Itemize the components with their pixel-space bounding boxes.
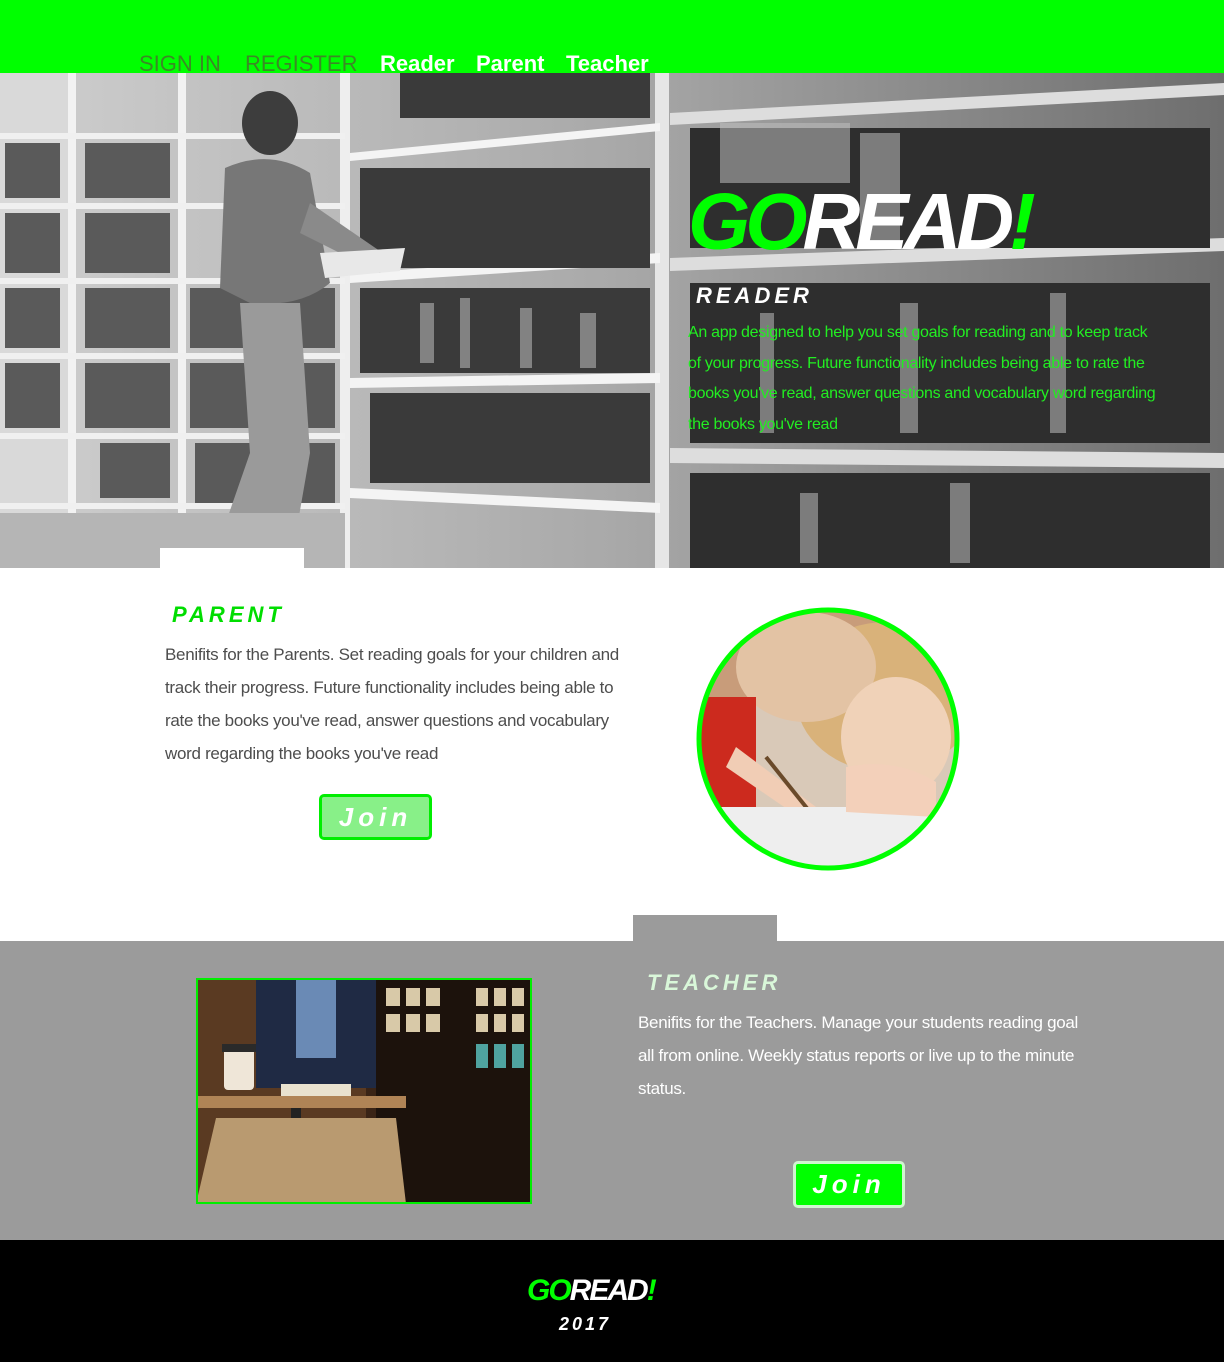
teacher-section-tab [633, 915, 777, 942]
teacher-description: Benifits for the Teachers. Manage your s… [638, 1013, 1079, 1098]
footer-logo: GOREAD! [527, 1273, 657, 1309]
logo-read: READ [802, 177, 1014, 266]
nav-register[interactable]: REGISTER [245, 50, 357, 78]
logo-bang: ! [1009, 177, 1036, 266]
reader-description: An app designed to help you set goals fo… [688, 324, 1156, 433]
teacher-join-button[interactable]: Join [793, 1161, 905, 1208]
parent-description: Benifits for the Parents. Set reading go… [165, 645, 619, 763]
nav-teacher[interactable]: Teacher [566, 50, 649, 78]
nav-sign-in[interactable]: SIGN IN [139, 50, 221, 78]
nav-parent[interactable]: Parent [476, 50, 544, 78]
parent-child-photo [696, 607, 960, 871]
teacher-photo [196, 978, 532, 1204]
parent-join-button[interactable]: Join [319, 794, 432, 840]
logo-go: GO [688, 177, 807, 266]
teacher-heading: TEACHER [647, 970, 782, 995]
parent-heading: PARENT [172, 602, 285, 627]
hero-section-tab [160, 548, 304, 568]
footer-logo-go: GO [527, 1274, 572, 1307]
footer-year: 2017 [559, 1314, 612, 1334]
footer-logo-bang: ! [646, 1274, 657, 1307]
nav-reader[interactable]: Reader [380, 50, 455, 78]
reader-heading: READER [696, 283, 813, 308]
footer-logo-read: READ [569, 1274, 649, 1307]
goread-logo: GOREAD! [688, 177, 1036, 266]
